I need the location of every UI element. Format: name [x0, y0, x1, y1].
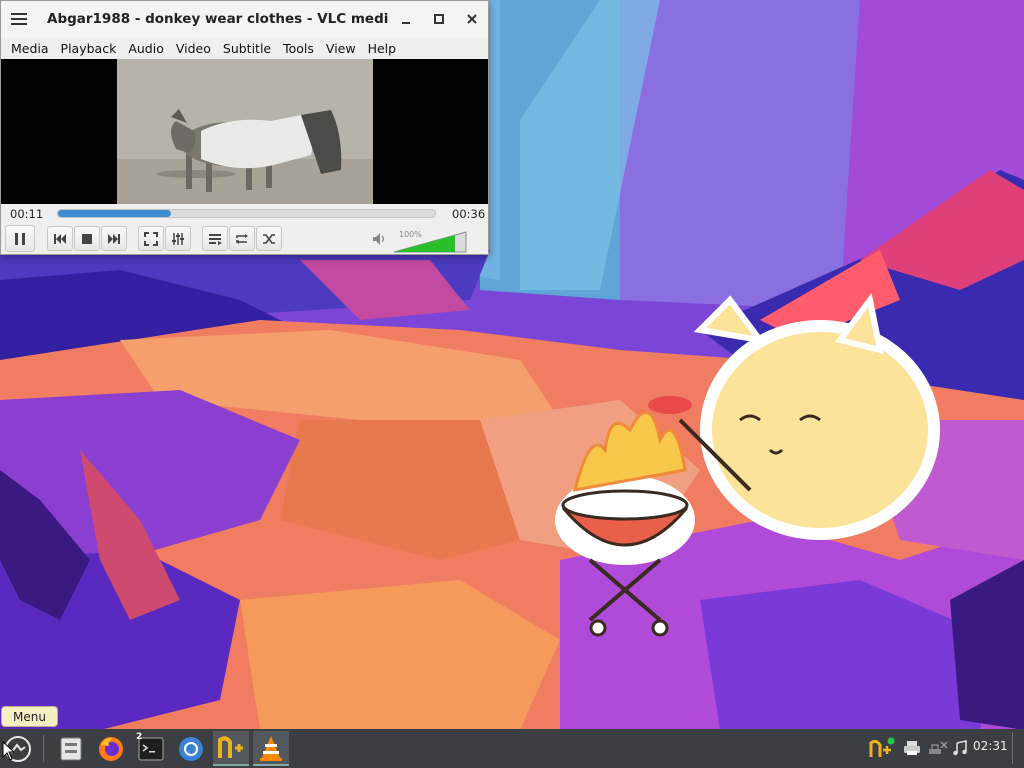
mouse-cursor-icon [2, 741, 14, 761]
window-title: Abgar1988 - donkey wear clothes - VLC me… [47, 11, 389, 27]
equalizer-icon [172, 232, 184, 245]
taskbar-separator [43, 735, 44, 762]
menu-media[interactable]: Media [5, 41, 55, 56]
loop-icon [236, 233, 248, 244]
terminal-launcher[interactable]: 2 [133, 731, 169, 766]
vlc-icon [260, 735, 282, 761]
taskbar: 2 02:31 [0, 729, 1024, 768]
update-tray-icon[interactable] [869, 737, 895, 759]
pause-button[interactable] [5, 225, 35, 252]
menu-view[interactable]: View [320, 41, 362, 56]
stop-icon [82, 233, 92, 244]
file-manager-icon [60, 737, 82, 760]
menu-help[interactable]: Help [362, 41, 403, 56]
playback-controls: 100% [1, 223, 488, 254]
shuffle-icon [263, 233, 275, 244]
seek-slider[interactable] [57, 209, 436, 218]
firefox-launcher[interactable] [93, 731, 129, 766]
firefox-icon [99, 736, 123, 761]
audio-tray-icon[interactable] [951, 737, 969, 759]
minimize-button[interactable] [389, 1, 422, 37]
playlist-button[interactable] [202, 226, 228, 251]
app-plus-launcher[interactable] [213, 731, 249, 766]
vlc-launcher[interactable] [253, 731, 289, 766]
volume-icon[interactable] [372, 232, 386, 249]
show-desktop-button[interactable] [1012, 733, 1013, 764]
menu-bar: Media Playback Audio Video Subtitle Tool… [1, 37, 488, 59]
maximize-button[interactable] [422, 1, 455, 37]
elapsed-time: 00:11 [10, 207, 44, 221]
vlc-window: Abgar1988 - donkey wear clothes - VLC me… [0, 0, 489, 255]
chromium-launcher[interactable] [173, 731, 209, 766]
playlist-icon [209, 233, 222, 245]
extended-settings-button[interactable] [165, 226, 191, 251]
loop-button[interactable] [229, 226, 255, 251]
skip-forward-icon [108, 233, 120, 244]
volume-slider[interactable] [393, 231, 467, 253]
fullscreen-button[interactable] [138, 226, 164, 251]
window-menu-icon[interactable] [1, 1, 37, 37]
title-bar[interactable]: Abgar1988 - donkey wear clothes - VLC me… [1, 1, 488, 37]
pause-icon [15, 232, 25, 245]
file-manager-launcher[interactable] [53, 731, 89, 766]
seek-row: 00:11 00:36 [1, 204, 488, 223]
shuffle-button[interactable] [256, 226, 282, 251]
network-disconnected-icon[interactable] [927, 737, 949, 759]
video-area[interactable] [1, 59, 488, 204]
close-button[interactable] [455, 1, 488, 37]
terminal-badge: 2 [136, 732, 143, 742]
fullscreen-icon [144, 231, 158, 246]
total-time: 00:36 [452, 207, 486, 221]
printer-icon[interactable] [901, 737, 923, 759]
menu-video[interactable]: Video [170, 41, 217, 56]
menu-playback[interactable]: Playback [55, 41, 123, 56]
menu-audio[interactable]: Audio [122, 41, 170, 56]
next-button[interactable] [101, 226, 127, 251]
stop-button[interactable] [74, 226, 100, 251]
app-plus-icon [218, 735, 243, 758]
skip-back-icon [54, 233, 66, 244]
menu-tooltip: Menu [1, 706, 58, 727]
menu-tools[interactable]: Tools [277, 41, 320, 56]
previous-button[interactable] [47, 226, 73, 251]
video-frame [1, 59, 488, 204]
seek-progress [58, 210, 171, 217]
chromium-icon [179, 736, 203, 761]
menu-subtitle[interactable]: Subtitle [217, 41, 277, 56]
clock: 02:31 [973, 739, 1008, 753]
